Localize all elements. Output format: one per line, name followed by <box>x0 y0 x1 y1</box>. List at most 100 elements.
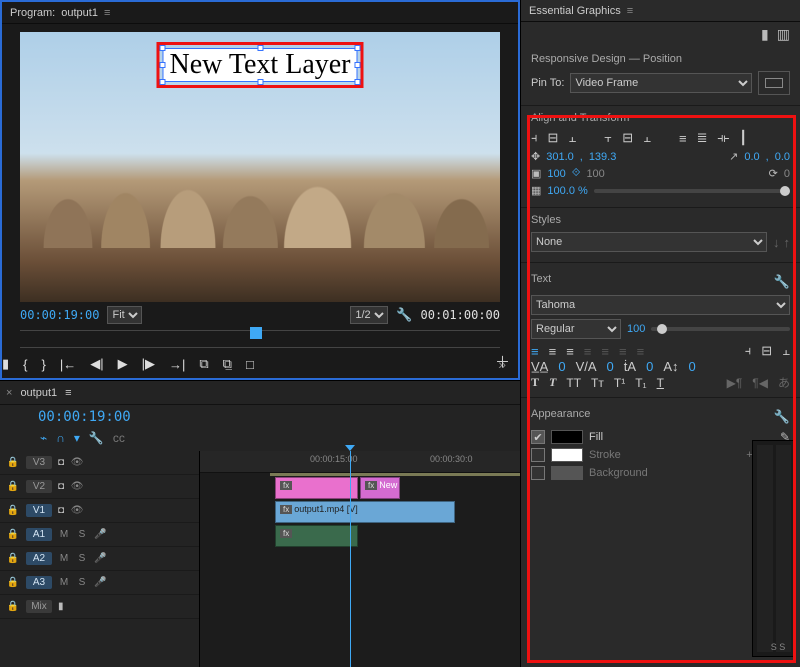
cc-icon[interactable]: cc <box>113 431 125 445</box>
pull-style-icon[interactable]: ↑ <box>784 235 791 250</box>
background-swatch[interactable] <box>551 466 583 480</box>
stroke-swatch[interactable] <box>551 448 583 462</box>
align-top-icon[interactable]: ⫟ <box>604 130 612 146</box>
ltr-icon[interactable]: ▶¶ <box>727 376 743 390</box>
baseline-value[interactable]: 0 <box>688 359 695 374</box>
extract-icon[interactable]: ⧉̲ <box>223 356 232 372</box>
settings-icon[interactable]: 🔧 <box>89 431 104 445</box>
resolution-select[interactable]: 1/2 <box>350 306 388 324</box>
solo-button[interactable]: S <box>76 577 88 588</box>
background-checkbox[interactable] <box>531 466 545 480</box>
current-timecode[interactable]: 00:00:19:00 <box>20 308 99 322</box>
time-ruler[interactable]: 00:00:15:00 00:00:30:0 <box>200 451 520 473</box>
faux-bold-icon[interactable]: T <box>531 375 539 390</box>
track-v2[interactable]: V2 <box>26 480 52 493</box>
mute-button[interactable]: M <box>58 553 70 564</box>
align-right-text-icon[interactable]: ≡ <box>566 344 574 359</box>
align-center-text-icon[interactable]: ≡ <box>549 344 557 359</box>
faux-italic-icon[interactable]: T <box>549 375 556 390</box>
styles-select[interactable]: None <box>531 232 767 252</box>
lift-icon[interactable]: ⧉ <box>199 356 208 372</box>
superscript-icon[interactable]: T¹ <box>614 376 625 390</box>
track-v3[interactable]: V3 <box>26 456 52 469</box>
link-scale-icon[interactable]: ⟐ <box>572 167 581 180</box>
mute-button[interactable]: M <box>58 577 70 588</box>
justify-last-right-icon[interactable]: ≡ <box>619 344 627 359</box>
rotation-value[interactable]: 0 <box>784 168 790 180</box>
voice-icon[interactable]: 🎤 <box>94 529 106 540</box>
stroke-checkbox[interactable] <box>531 448 545 462</box>
push-style-icon[interactable]: ↓ <box>773 235 780 250</box>
font-size-slider[interactable] <box>651 327 790 331</box>
anchor-x[interactable]: 0.0 <box>744 151 759 163</box>
kerning-value[interactable]: 0 <box>607 359 614 374</box>
fill-checkbox[interactable]: ✔ <box>531 430 545 444</box>
align-right-icon[interactable]: ⫠ <box>568 130 576 146</box>
mute-button[interactable]: M <box>58 529 70 540</box>
scrub-bar[interactable] <box>20 330 500 348</box>
playhead-line[interactable] <box>350 451 351 667</box>
lock-icon[interactable]: 🔒 <box>6 529 20 540</box>
playhead-marker[interactable] <box>250 327 262 339</box>
align-center-h-icon[interactable]: ⊟ <box>548 130 559 146</box>
tracking-value[interactable]: 0 <box>558 359 565 374</box>
justify-last-left-icon[interactable]: ≡ <box>584 344 592 359</box>
marker-icon[interactable]: ▾ <box>74 431 80 445</box>
track-area[interactable]: 00:00:15:00 00:00:30:0 fx fxNew fxoutput… <box>200 451 520 667</box>
go-to-in-icon[interactable]: |← <box>60 357 76 372</box>
scale-value[interactable]: 100 <box>547 168 565 180</box>
toggle-output-icon[interactable]: ◘ <box>58 505 64 516</box>
fill-swatch[interactable] <box>551 430 583 444</box>
text-middle-icon[interactable]: ⊟ <box>761 343 772 359</box>
resize-handle[interactable] <box>159 79 165 85</box>
solo-button[interactable]: S <box>76 529 88 540</box>
anchor-y[interactable]: 0.0 <box>775 151 790 163</box>
snap-icon[interactable]: ⌁ <box>40 431 47 445</box>
tsume-icon[interactable]: あ <box>778 374 790 391</box>
mark-out-bracket-icon[interactable]: } <box>42 357 46 372</box>
justify-all-icon[interactable]: ≡ <box>637 344 645 359</box>
go-to-out-icon[interactable]: →| <box>169 357 185 372</box>
position-x[interactable]: 301.0 <box>546 151 574 163</box>
subscript-icon[interactable]: T₁ <box>635 376 646 390</box>
step-back-icon[interactable]: ◀| <box>90 356 103 372</box>
graphics-clip[interactable]: fxNew <box>360 477 400 499</box>
group-icon[interactable]: ▥ <box>777 26 790 43</box>
work-area[interactable] <box>270 473 520 476</box>
graphics-clip[interactable]: fx <box>275 477 358 499</box>
track-v1[interactable]: V1 <box>26 504 52 517</box>
font-size[interactable]: 100 <box>627 323 645 335</box>
mark-in-bracket-icon[interactable]: { <box>23 357 27 372</box>
new-layer-icon[interactable]: ▮ <box>761 26 769 43</box>
track-a3[interactable]: A3 <box>26 576 52 589</box>
rtl-icon[interactable]: ¶◀ <box>752 376 768 390</box>
lock-icon[interactable]: 🔒 <box>6 553 20 564</box>
panel-menu-icon[interactable]: ≡ <box>627 5 633 17</box>
timeline-timecode[interactable]: 00:00:19:00 <box>8 409 131 425</box>
zoom-select[interactable]: Fit <box>107 306 142 324</box>
text-bottom-icon[interactable]: ⫠ <box>782 343 790 359</box>
resize-handle[interactable] <box>159 45 165 51</box>
justify-last-center-icon[interactable]: ≡ <box>601 344 609 359</box>
pin-to-select[interactable]: Video Frame <box>570 73 752 93</box>
solo-button[interactable]: S <box>76 553 88 564</box>
font-select[interactable]: Tahoma <box>531 295 790 315</box>
mark-in-icon[interactable]: ▮ <box>2 356 9 372</box>
resize-handle[interactable] <box>355 79 361 85</box>
align-stroke-icon[interactable]: ┃ <box>739 130 747 146</box>
font-style-select[interactable]: Regular <box>531 319 621 339</box>
step-forward-icon[interactable]: |▶ <box>142 356 155 372</box>
lock-icon[interactable]: 🔒 <box>6 505 20 516</box>
track-a1[interactable]: A1 <box>26 528 52 541</box>
settings-icon[interactable]: 🔧 <box>774 409 790 425</box>
allcaps-icon[interactable]: TT <box>566 376 581 390</box>
audio-clip[interactable]: fx <box>275 525 358 547</box>
opacity-value[interactable]: 100.0 % <box>547 185 587 197</box>
lock-icon[interactable]: 🔒 <box>6 457 20 468</box>
distribute-v-icon[interactable]: ≣ <box>697 130 708 146</box>
align-left-text-icon[interactable]: ≡ <box>531 344 539 359</box>
position-y[interactable]: 139.3 <box>589 151 617 163</box>
eye-icon[interactable]: 👁 <box>70 457 84 468</box>
smallcaps-icon[interactable]: Tᴛ <box>591 376 604 390</box>
button-editor-icon[interactable]: ＋ <box>495 351 510 372</box>
